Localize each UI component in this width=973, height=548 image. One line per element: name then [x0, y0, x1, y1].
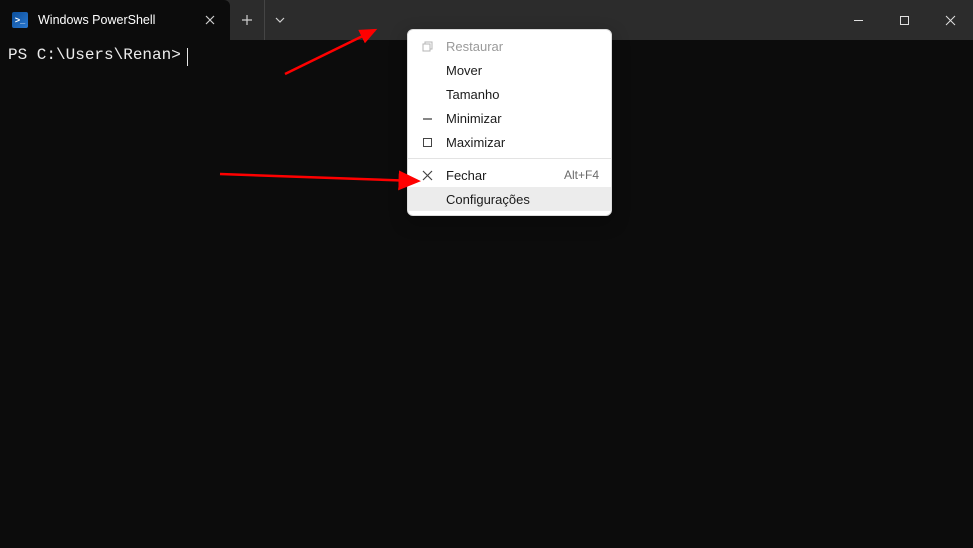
text-cursor [187, 48, 189, 66]
menu-size[interactable]: Tamanho [408, 82, 611, 106]
menu-shortcut: Alt+F4 [564, 168, 599, 182]
tab-title: Windows PowerShell [38, 13, 200, 27]
menu-move[interactable]: Mover [408, 58, 611, 82]
tab-dropdown-button[interactable] [264, 0, 294, 40]
annotation-arrow-bottom [218, 164, 428, 194]
menu-label: Fechar [446, 168, 552, 183]
menu-label: Configurações [446, 192, 599, 207]
menu-separator [408, 158, 611, 159]
tab-close-button[interactable] [200, 10, 220, 30]
maximize-button[interactable] [881, 0, 927, 40]
menu-maximize[interactable]: Maximizar [408, 130, 611, 154]
menu-minimize[interactable]: Minimizar [408, 106, 611, 130]
menu-close[interactable]: Fechar Alt+F4 [408, 163, 611, 187]
menu-restore: Restaurar [408, 34, 611, 58]
tab-powershell[interactable]: >_ Windows PowerShell [0, 0, 230, 40]
window-close-button[interactable] [927, 0, 973, 40]
restore-icon [420, 41, 434, 52]
maximize-icon [420, 137, 434, 148]
prompt-text: PS C:\Users\Renan> [8, 46, 181, 64]
window-controls [835, 0, 973, 40]
menu-label: Restaurar [446, 39, 599, 54]
powershell-icon: >_ [12, 12, 28, 28]
menu-label: Maximizar [446, 135, 599, 150]
menu-label: Tamanho [446, 87, 599, 102]
system-context-menu: Restaurar Mover Tamanho Minimizar Maximi… [407, 29, 612, 216]
new-tab-button[interactable] [230, 0, 264, 40]
menu-settings[interactable]: Configurações [408, 187, 611, 211]
minimize-icon [420, 113, 434, 124]
close-icon [420, 170, 434, 181]
minimize-button[interactable] [835, 0, 881, 40]
menu-label: Mover [446, 63, 599, 78]
titlebar-tab-actions [230, 0, 294, 40]
menu-label: Minimizar [446, 111, 599, 126]
